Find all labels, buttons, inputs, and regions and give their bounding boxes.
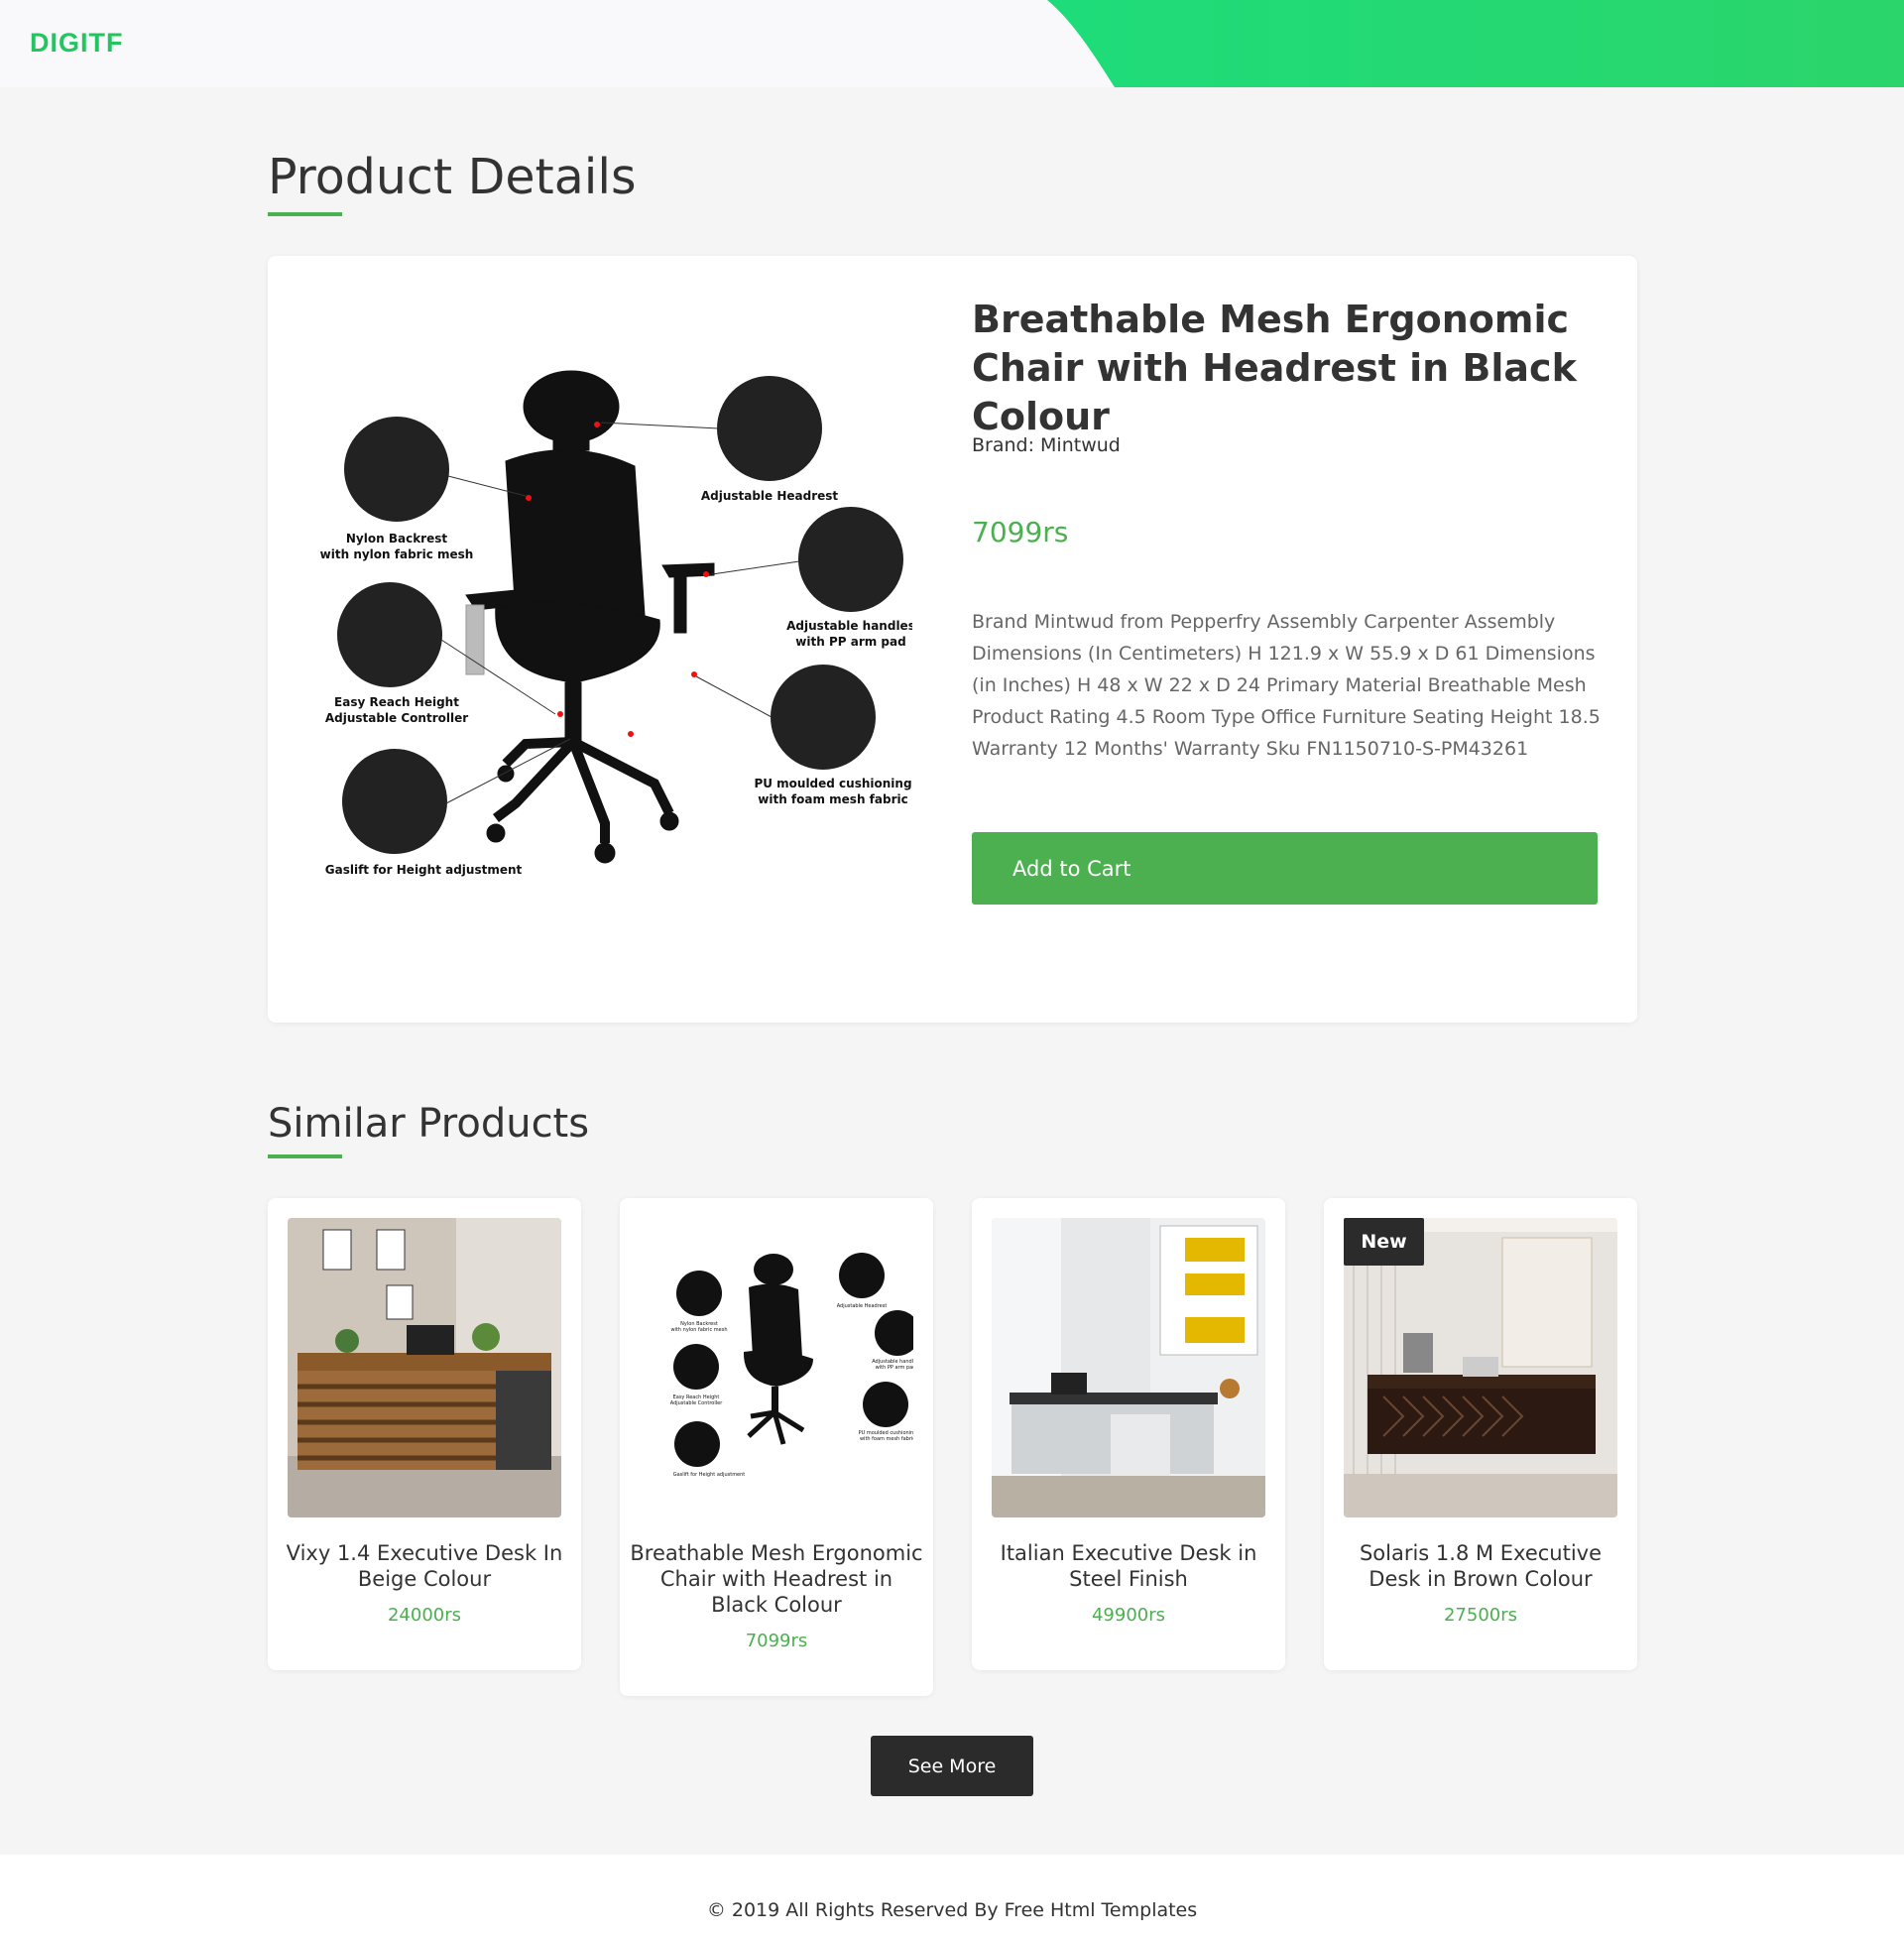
- add-to-cart-button[interactable]: Add to Cart: [972, 832, 1598, 905]
- svg-text:with nylon fabric mesh: with nylon fabric mesh: [670, 1327, 727, 1333]
- product-price: 7099rs: [972, 516, 1069, 548]
- svg-text:Adjustable Headrest: Adjustable Headrest: [837, 1303, 888, 1309]
- similar-product-card[interactable]: Italian Executive Desk in Steel Finish 4…: [972, 1198, 1285, 1670]
- header-green-shape: [1047, 0, 1904, 87]
- label-cushion: PU moulded cushioning: [754, 777, 911, 790]
- similar-product-name[interactable]: Breathable Mesh Ergonomic Chair with Hea…: [630, 1540, 923, 1618]
- similar-product-name[interactable]: Solaris 1.8 M Executive Desk in Brown Co…: [1334, 1540, 1627, 1592]
- product-image: Adjustable Headrest Nylon Backrest with …: [320, 370, 912, 877]
- label-cushion-detail: with foam mesh fabric: [758, 792, 907, 806]
- label-controller: Easy Reach Height: [334, 695, 459, 709]
- logo[interactable]: DIGITF: [30, 28, 124, 59]
- similar-product-price: 24000rs: [387, 1605, 462, 1626]
- label-backrest-detail: with nylon fabric mesh: [320, 547, 474, 561]
- product-description: Brand Mintwud from Pepperfry Assembly Ca…: [972, 611, 1601, 760]
- product-thumbnail: Adjustable Headrest Nylon Backrest with …: [640, 1218, 913, 1517]
- footer-copyright: © 2019 All Rights Reserved By Free Html …: [706, 1899, 1198, 1921]
- label-handles: Adjustable handles: [786, 619, 912, 633]
- similar-product-name[interactable]: Vixy 1.4 Executive Desk In Beige Colour: [278, 1540, 571, 1592]
- label-handles-detail: with PP arm pad: [795, 635, 905, 649]
- product-thumbnail: [288, 1218, 561, 1517]
- label-headrest: Adjustable Headrest: [701, 489, 839, 503]
- svg-text:Gaslift for Height adjustment: Gaslift for Height adjustment: [673, 1472, 746, 1478]
- site-footer: © 2019 All Rights Reserved By Free Html …: [0, 1855, 1904, 1940]
- svg-text:with PP arm pad: with PP arm pad: [876, 1365, 913, 1371]
- page-title: Product Details: [268, 149, 637, 205]
- similar-product-card[interactable]: Adjustable Headrest Nylon Backrest with …: [620, 1198, 933, 1696]
- product-thumbnail: [992, 1218, 1265, 1517]
- see-more-button[interactable]: See More: [871, 1736, 1033, 1796]
- title-underline: [268, 1154, 342, 1158]
- new-badge: New: [1344, 1218, 1424, 1266]
- label-gaslift: Gaslift for Height adjustment: [325, 863, 523, 877]
- similar-product-price: 49900rs: [1091, 1605, 1166, 1626]
- svg-text:Adjustable Controller: Adjustable Controller: [670, 1400, 723, 1406]
- similar-product-card[interactable]: New Solaris 1.8 M Executive Desk in Brow…: [1324, 1198, 1637, 1670]
- product-name: Breathable Mesh Ergonomic Chair with Hea…: [972, 298, 1577, 438]
- title-underline: [268, 212, 342, 216]
- product-brand: Brand: Mintwud: [972, 434, 1121, 456]
- label-backrest: Nylon Backrest: [346, 532, 447, 546]
- similar-product-price: 27500rs: [1443, 1605, 1518, 1626]
- similar-product-card[interactable]: Vixy 1.4 Executive Desk In Beige Colour …: [268, 1198, 581, 1670]
- svg-text:with foam mesh fabric: with foam mesh fabric: [860, 1436, 913, 1442]
- similar-products-title: Similar Products: [268, 1101, 590, 1147]
- similar-product-name[interactable]: Italian Executive Desk in Steel Finish: [982, 1540, 1275, 1592]
- label-controller-detail: Adjustable Controller: [325, 711, 468, 725]
- similar-product-price: 7099rs: [745, 1631, 808, 1651]
- site-header: DIGITF: [0, 0, 1904, 87]
